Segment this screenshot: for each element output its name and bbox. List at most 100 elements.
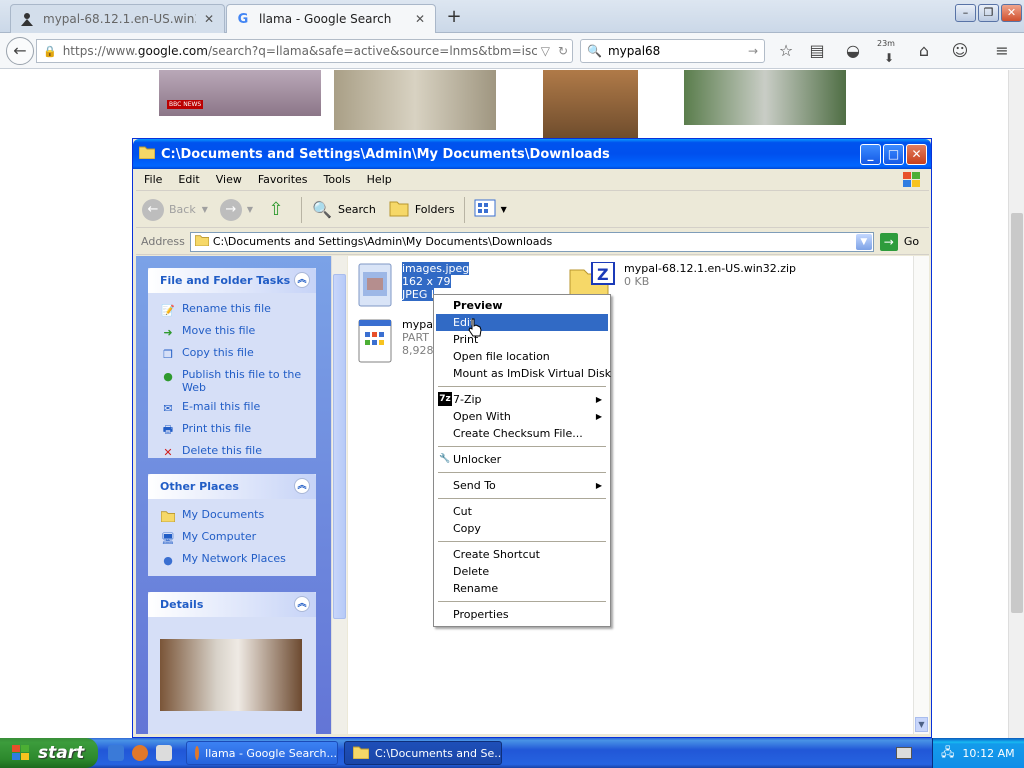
collapse-chevron-icon[interactable]: ︽ — [294, 478, 310, 494]
dropdown-icon[interactable]: ▽ — [541, 44, 550, 58]
ctx-edit[interactable]: Edit — [436, 314, 608, 331]
folders-button[interactable]: Folders — [382, 195, 461, 225]
back-arrow-icon[interactable]: ← — [6, 37, 34, 65]
collapse-chevron-icon[interactable]: ︽ — [294, 596, 310, 612]
hamburger-menu-icon[interactable]: ≡ — [991, 40, 1013, 62]
ctx-open-file-location[interactable]: Open file location — [436, 348, 608, 365]
ctx-copy[interactable]: Copy — [436, 520, 608, 537]
ctx-mount-imdisk[interactable]: Mount as ImDisk Virtual Disk — [436, 365, 611, 382]
google-icon: G — [237, 11, 249, 27]
task-copy-file[interactable]: ❐ Copy this file — [148, 343, 316, 365]
task-delete-file[interactable]: ✕ Delete this file — [148, 441, 316, 463]
task-print-file[interactable]: 🖶 Print this file — [148, 419, 316, 441]
clock: 10:12 AM — [962, 746, 1015, 760]
arrow-right-icon[interactable]: → — [748, 44, 758, 58]
show-desktop-icon[interactable] — [156, 745, 172, 761]
forward-button[interactable]: → ▼ — [214, 195, 259, 225]
reload-icon[interactable]: ↻ — [558, 44, 568, 58]
file-pane-scrollbar[interactable]: ▼ — [913, 256, 929, 734]
address-input[interactable]: C:\Documents and Settings\Admin\My Docum… — [189, 231, 874, 252]
other-places-header[interactable]: Other Places ︽ — [148, 474, 316, 499]
minimize-button[interactable]: – — [955, 4, 976, 22]
search-bar[interactable]: 🔍 mypal68 → — [580, 39, 765, 63]
menu-view[interactable]: View — [208, 173, 250, 186]
go-button[interactable]: → Go — [879, 232, 919, 251]
menu-edit[interactable]: Edit — [170, 173, 207, 186]
close-button[interactable]: ✕ — [906, 144, 927, 165]
firefox-quicklaunch-icon[interactable] — [132, 745, 148, 761]
submenu-arrow-icon: ▶ — [595, 412, 602, 421]
download-arrow-icon[interactable]: ⬇ — [878, 47, 900, 69]
ctx-unlocker[interactable]: 🔧 Unlocker — [436, 451, 608, 468]
page-scrollbar[interactable] — [1008, 70, 1024, 738]
ctx-create-checksum[interactable]: Create Checksum File... — [436, 425, 608, 442]
scroll-down-arrow-icon[interactable]: ▼ — [915, 717, 928, 732]
menu-file[interactable]: File — [136, 173, 170, 186]
place-my-network[interactable]: ● My Network Places — [148, 549, 316, 571]
new-tab-plus-icon[interactable]: + — [444, 7, 464, 27]
task-move-file[interactable]: ➜ Move this file — [148, 321, 316, 343]
llama-image-thumb[interactable] — [684, 70, 846, 125]
ctx-delete[interactable]: Delete — [436, 563, 608, 580]
keyboard-icon[interactable] — [896, 747, 912, 759]
ctx-7zip[interactable]: 7z 7-Zip ▶ — [436, 391, 608, 408]
place-my-documents[interactable]: My Documents — [148, 505, 316, 527]
search-input[interactable]: mypal68 — [608, 44, 748, 58]
smiley-icon[interactable]: ☺ — [949, 40, 971, 62]
ctx-preview[interactable]: Preview — [436, 297, 608, 314]
menu-tools[interactable]: Tools — [316, 173, 359, 186]
place-my-computer[interactable]: 🖥 My Computer — [148, 527, 316, 549]
scrollbar-thumb[interactable] — [1011, 213, 1023, 613]
ctx-create-shortcut[interactable]: Create Shortcut — [436, 546, 608, 563]
task-publish-file[interactable]: ● Publish this file to the Web — [148, 365, 316, 397]
pocket-icon[interactable]: ◒ — [842, 40, 864, 62]
ctx-send-to[interactable]: Send To ▶ — [436, 477, 608, 494]
start-button[interactable]: start — [0, 738, 98, 768]
chevron-down-icon[interactable]: ▼ — [855, 233, 872, 250]
tab-mypal-download[interactable]: mypal-68.12.1.en-US.win32... ✕ — [10, 4, 225, 33]
search-button[interactable]: 🔍 Search — [305, 195, 382, 225]
network-icon[interactable]: 🖧 — [941, 743, 954, 764]
ctx-cut[interactable]: Cut — [436, 503, 608, 520]
views-button[interactable]: ▼ — [468, 195, 513, 225]
submenu-arrow-icon: ▶ — [595, 481, 602, 490]
restore-button[interactable]: ❐ — [978, 4, 999, 22]
home-icon[interactable]: ⌂ — [913, 40, 935, 62]
ctx-print[interactable]: Print — [436, 331, 608, 348]
task-email-file[interactable]: ✉ E-mail this file — [148, 397, 316, 419]
collapse-chevron-icon[interactable]: ︽ — [294, 272, 310, 288]
file-mypal-part[interactable]: mypal- PART 8,928 — [356, 318, 440, 364]
back-button[interactable]: ← Back ▼ — [136, 195, 214, 225]
close-button[interactable]: ✕ — [1001, 4, 1022, 22]
details-header[interactable]: Details ︽ — [148, 592, 316, 617]
menu-favorites[interactable]: Favorites — [250, 173, 316, 186]
llama-image-thumb[interactable] — [543, 70, 638, 138]
chevron-down-icon: ▼ — [246, 205, 254, 214]
up-folder-button[interactable]: ⇧ — [259, 195, 298, 225]
star-icon[interactable]: ☆ — [775, 40, 797, 62]
taskbar-explorer-button[interactable]: C:\Documents and Se... — [344, 741, 502, 765]
explorer-title-bar[interactable]: C:\Documents and Settings\Admin\My Docum… — [133, 139, 931, 169]
minimize-button[interactable]: _ — [860, 144, 881, 165]
reading-list-icon[interactable]: ▤ — [806, 40, 828, 62]
ctx-open-with[interactable]: Open With ▶ — [436, 408, 608, 425]
tab-close-icon[interactable]: ✕ — [413, 12, 427, 26]
llama-image-thumb[interactable]: BBC NEWS — [159, 70, 321, 116]
folder-icon — [352, 745, 370, 762]
ctx-rename[interactable]: Rename — [436, 580, 608, 597]
tab-close-icon[interactable]: ✕ — [202, 12, 216, 26]
ie-quicklaunch-icon[interactable] — [108, 745, 124, 761]
file-folder-tasks-header[interactable]: File and Folder Tasks ︽ — [148, 268, 316, 293]
url-bar[interactable]: 🔒 https://www.google.com/search?q=llama&… — [36, 39, 573, 63]
ctx-properties[interactable]: Properties — [436, 606, 608, 623]
folder-icon — [194, 234, 210, 249]
explorer-toolbar: ← Back ▼ → ▼ ⇧ 🔍 Search Folders ▼ — [136, 192, 929, 228]
llama-image-thumb[interactable] — [334, 70, 496, 130]
scrollbar-thumb[interactable] — [333, 274, 346, 619]
task-pane-scrollbar[interactable] — [331, 256, 347, 734]
menu-help[interactable]: Help — [359, 173, 400, 186]
tab-google-search[interactable]: G llama - Google Search ✕ — [226, 4, 436, 33]
task-rename-file[interactable]: 📝 Rename this file — [148, 299, 316, 321]
maximize-button[interactable]: □ — [883, 144, 904, 165]
taskbar-browser-button[interactable]: llama - Google Search... — [186, 741, 338, 765]
